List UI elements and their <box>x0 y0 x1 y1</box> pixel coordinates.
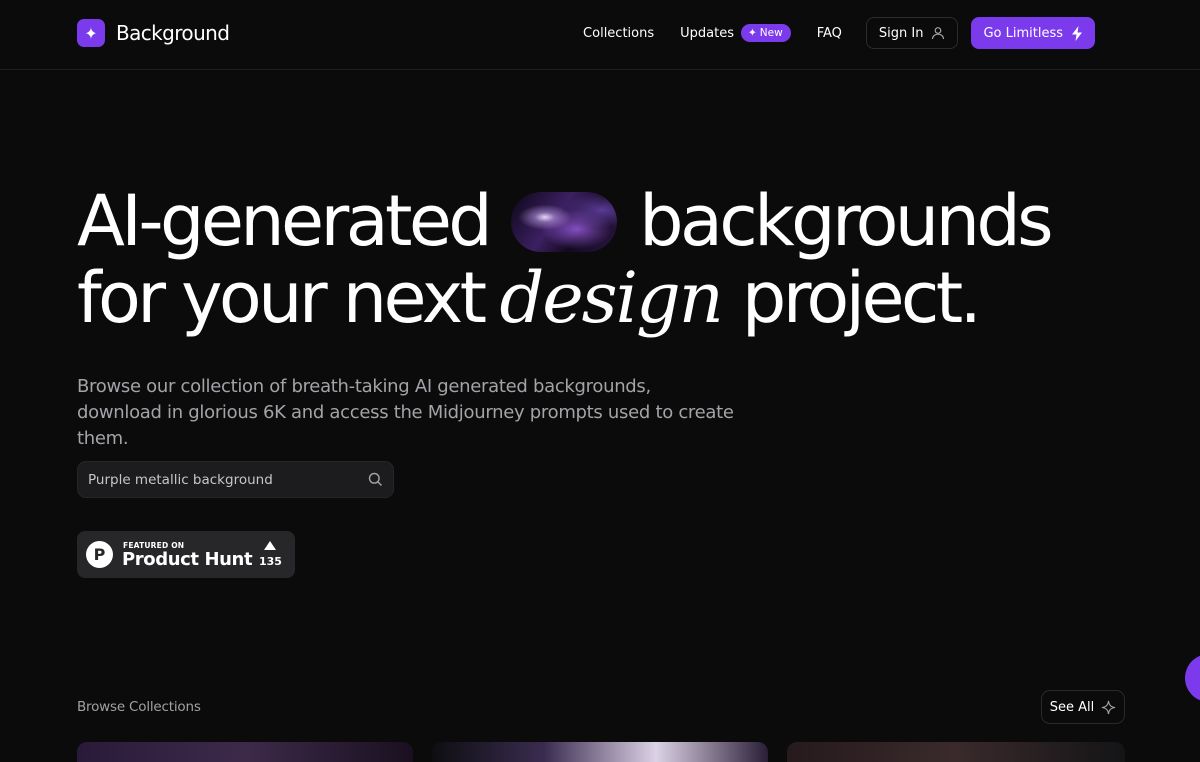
nav-link-updates-label: Updates <box>680 25 734 41</box>
search-bar <box>77 461 394 498</box>
hero-text-ai-generated: AI-generated <box>77 180 493 262</box>
product-hunt-badge[interactable]: P FEATURED ON Product Hunt 135 <box>77 531 295 578</box>
new-badge-label: New <box>759 27 783 39</box>
sparkle-icon: ✦ <box>77 19 105 47</box>
browse-collections-heading: Browse Collections <box>77 699 201 715</box>
search-input[interactable] <box>78 462 358 497</box>
product-hunt-vote-count: 135 <box>259 555 282 568</box>
hero-text-project: project. <box>741 257 982 339</box>
nav-link-faq[interactable]: FAQ <box>817 26 842 41</box>
sparkle-icon: ✦ <box>747 27 757 39</box>
floating-action-button[interactable] <box>1185 654 1200 702</box>
go-limitless-button[interactable]: Go Limitless <box>971 17 1095 49</box>
product-hunt-name: Product Hunt <box>122 549 253 570</box>
top-navbar: ✦ Background Collections Updates ✦ New F… <box>0 0 1200 70</box>
nav-link-updates[interactable]: Updates ✦ New <box>680 24 791 42</box>
hero-text-design: design <box>499 257 723 339</box>
hero-subtitle: Browse our collection of breath-taking A… <box>77 376 734 449</box>
sign-in-button[interactable]: Sign In <box>865 17 959 49</box>
hero-line-2: for your next design project. <box>77 260 1050 337</box>
upvote-icon <box>264 541 276 550</box>
user-icon <box>932 27 945 40</box>
sparkle-icon <box>1102 700 1116 714</box>
hero-line-1: AI-generated backgrounds <box>77 180 1054 262</box>
lightning-icon <box>1072 25 1082 41</box>
go-limitless-label: Go Limitless <box>983 25 1063 41</box>
collection-thumbnail[interactable] <box>787 742 1125 762</box>
product-hunt-logo: P <box>86 541 113 568</box>
see-all-button[interactable]: See All <box>1041 690 1125 724</box>
see-all-label: See All <box>1049 699 1095 715</box>
nav-links: Collections Updates ✦ New FAQ Sign In Go… <box>583 17 1095 49</box>
hero-text-backgrounds: backgrounds <box>639 180 1053 262</box>
nav-link-collections[interactable]: Collections <box>583 26 654 41</box>
collection-thumbnail[interactable] <box>77 742 413 762</box>
brand-name: Background <box>116 21 230 45</box>
hero-inline-image <box>511 191 618 252</box>
hero-text-for-your-next: for your next <box>77 257 487 339</box>
collection-thumbnail[interactable] <box>432 742 768 762</box>
brand-logo[interactable]: ✦ Background <box>77 19 230 47</box>
hero-headline: AI-generated backgrounds for your next d… <box>77 180 1054 337</box>
new-badge: ✦ New <box>740 24 791 42</box>
sign-in-label: Sign In <box>878 25 924 41</box>
product-hunt-votes: 135 <box>259 541 282 568</box>
search-icon[interactable] <box>368 472 383 487</box>
